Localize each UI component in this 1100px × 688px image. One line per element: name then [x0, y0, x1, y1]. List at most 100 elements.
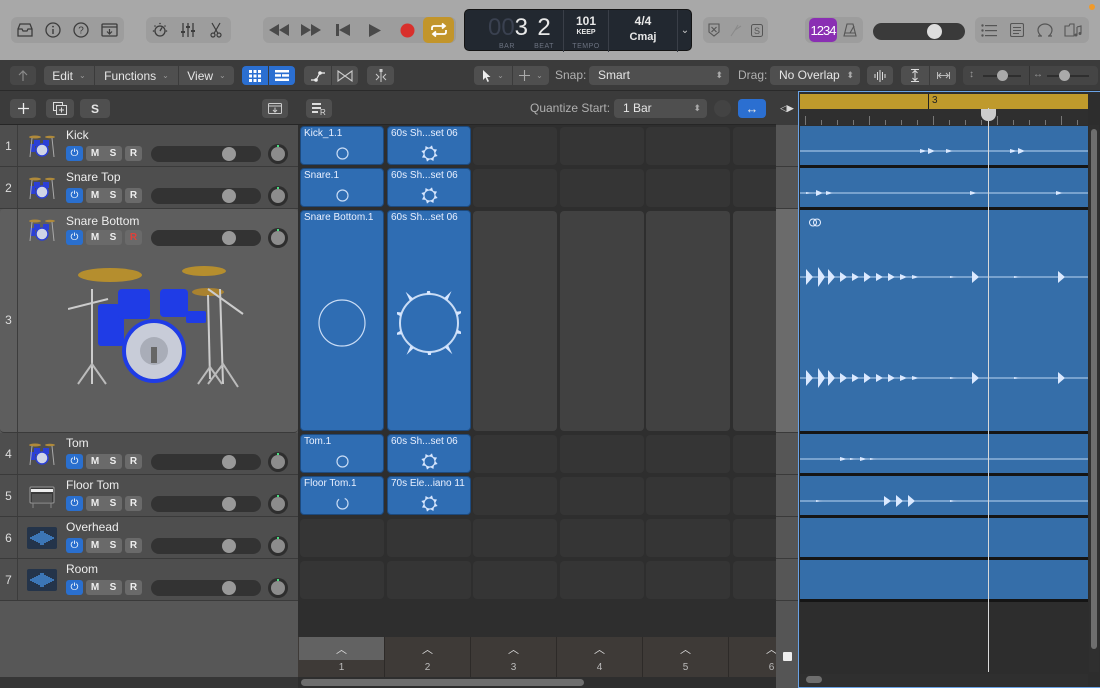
track-name[interactable]: Snare Top	[66, 170, 121, 184]
track-on-off-button[interactable]: ⏻	[66, 538, 83, 553]
volume-fader-knob[interactable]	[222, 539, 236, 553]
track-on-off-button[interactable]: ⏻	[66, 580, 83, 595]
volume-fader-knob[interactable]	[222, 455, 236, 469]
divider-toggle-icon[interactable]: ◁▶	[776, 91, 798, 125]
edit-menu[interactable]: Edit ⌄	[44, 66, 94, 85]
volume-fader[interactable]	[151, 188, 261, 204]
volume-fader-knob[interactable]	[222, 189, 236, 203]
track-name[interactable]: Overhead	[66, 520, 119, 534]
loop-browser-icon[interactable]	[1031, 17, 1059, 43]
track-stop-cell[interactable]	[776, 475, 798, 517]
empty-cell[interactable]	[387, 519, 471, 557]
scene-trigger[interactable]: ︿ 1	[299, 637, 385, 677]
drag-mode-select[interactable]: No Overlap ⬍	[770, 66, 860, 85]
vertical-auto-zoom-button[interactable]	[901, 66, 929, 85]
volume-fader[interactable]	[151, 454, 261, 470]
audio-region[interactable]	[800, 126, 1088, 168]
track-stop-cell[interactable]	[776, 167, 798, 209]
solo-button[interactable]: S	[104, 454, 122, 469]
track-stop-cell[interactable]	[776, 433, 798, 475]
track-name[interactable]: Floor Tom	[66, 478, 119, 492]
empty-cell[interactable]	[473, 519, 557, 557]
mute-button[interactable]: M	[86, 230, 104, 245]
loop-cell[interactable]: 60s Sh...set 06	[387, 210, 471, 431]
drum-kit-icon[interactable]	[26, 131, 58, 161]
view-menu[interactable]: View ⌄	[179, 66, 234, 85]
empty-cell[interactable]	[560, 435, 644, 473]
empty-cell[interactable]	[646, 435, 730, 473]
live-loops-horizontal-scrollbar[interactable]	[298, 677, 776, 688]
scene-trigger[interactable]: ︿ 5	[643, 637, 729, 677]
track-on-off-button[interactable]: ⏻	[66, 454, 83, 469]
empty-cell[interactable]	[473, 169, 557, 207]
snap-select[interactable]: Smart ⬍	[589, 66, 729, 85]
solo-button[interactable]: S	[104, 188, 122, 203]
rewind-icon[interactable]	[263, 17, 295, 43]
pan-knob[interactable]	[268, 536, 288, 556]
record-enable-button[interactable]: R	[125, 538, 142, 553]
volume-fader-knob[interactable]	[222, 231, 236, 245]
loop-cell[interactable]: 60s Sh...set 06	[387, 126, 471, 165]
track-on-off-button[interactable]: ⏻	[66, 496, 83, 511]
vertical-zoom-knob[interactable]	[997, 70, 1008, 81]
track-row[interactable]: 7 Room ⏻ M S R	[0, 559, 298, 601]
empty-cell[interactable]	[733, 169, 776, 207]
mute-button[interactable]: M	[86, 580, 104, 595]
loop-cell[interactable]: Floor Tom.1	[300, 476, 384, 515]
lcd-signature-key[interactable]: 4/4 Cmaj	[609, 10, 677, 52]
empty-cell[interactable]	[646, 519, 730, 557]
empty-cell[interactable]	[646, 169, 730, 207]
empty-cell[interactable]	[560, 169, 644, 207]
pan-knob[interactable]	[268, 144, 288, 164]
scene-trigger-chevron-icon[interactable]: ︿	[299, 637, 384, 660]
empty-cell[interactable]	[473, 211, 557, 431]
empty-cell[interactable]	[560, 519, 644, 557]
volume-fader[interactable]	[151, 538, 261, 554]
empty-cell[interactable]	[646, 477, 730, 515]
replace-icon[interactable]	[703, 17, 725, 43]
scene-trigger-chevron-icon[interactable]: ︿	[471, 637, 556, 660]
track-stop-cell[interactable]	[776, 125, 798, 167]
flex-button[interactable]	[332, 66, 358, 85]
mute-button[interactable]: M	[86, 146, 104, 161]
cycle-icon[interactable]	[423, 17, 454, 43]
track-row[interactable]: 2 Snare Top ⏻ M S R	[0, 167, 298, 209]
automation-button[interactable]	[304, 66, 331, 85]
pan-knob[interactable]	[268, 186, 288, 206]
tracks-horizontal-scrollbar[interactable]	[800, 674, 1088, 686]
empty-cell[interactable]	[646, 211, 730, 431]
empty-cell[interactable]	[560, 127, 644, 165]
list-editors-icon[interactable]	[975, 17, 1003, 43]
go-to-beginning-icon[interactable]	[327, 17, 359, 43]
track-name[interactable]: Room	[66, 562, 98, 576]
scene-trigger-chevron-icon[interactable]: ︿	[385, 637, 470, 660]
empty-cell[interactable]	[560, 477, 644, 515]
record-enable-button[interactable]: R	[125, 580, 142, 595]
audio-region[interactable]	[800, 168, 1088, 210]
empty-cell[interactable]	[646, 561, 730, 599]
track-stop-cell[interactable]	[776, 517, 798, 559]
empty-cell[interactable]	[560, 211, 644, 431]
record-enable-button[interactable]: R	[125, 230, 142, 245]
track-row[interactable]: 4 Tom ⏻ M S R	[0, 433, 298, 475]
volume-fader-knob[interactable]	[222, 497, 236, 511]
inspector-icon[interactable]	[39, 17, 67, 43]
lcd-beat[interactable]: 2 BEAT	[525, 10, 563, 52]
scene-trigger-chevron-icon[interactable]: ︿	[557, 637, 642, 660]
volume-fader[interactable]	[151, 580, 261, 596]
track-stop-cell[interactable]	[776, 559, 798, 601]
solo-icon[interactable]: S	[746, 17, 768, 43]
pan-knob[interactable]	[268, 452, 288, 472]
pan-knob[interactable]	[268, 228, 288, 248]
loop-cell[interactable]: 70s Ele...iano 11	[387, 476, 471, 515]
scene-trigger[interactable]: ︿ 2	[385, 637, 471, 677]
horizontal-auto-zoom-button[interactable]	[930, 66, 956, 85]
import-button[interactable]	[262, 99, 288, 118]
loop-cell[interactable]: Snare Bottom.1	[300, 210, 384, 431]
loop-cell[interactable]: 60s Sh...set 06	[387, 434, 471, 473]
solo-button[interactable]: S	[104, 496, 122, 511]
empty-cell[interactable]	[300, 561, 384, 599]
empty-cell[interactable]	[733, 561, 776, 599]
smart-controls-icon[interactable]	[146, 17, 174, 43]
volume-fader[interactable]	[151, 146, 261, 162]
